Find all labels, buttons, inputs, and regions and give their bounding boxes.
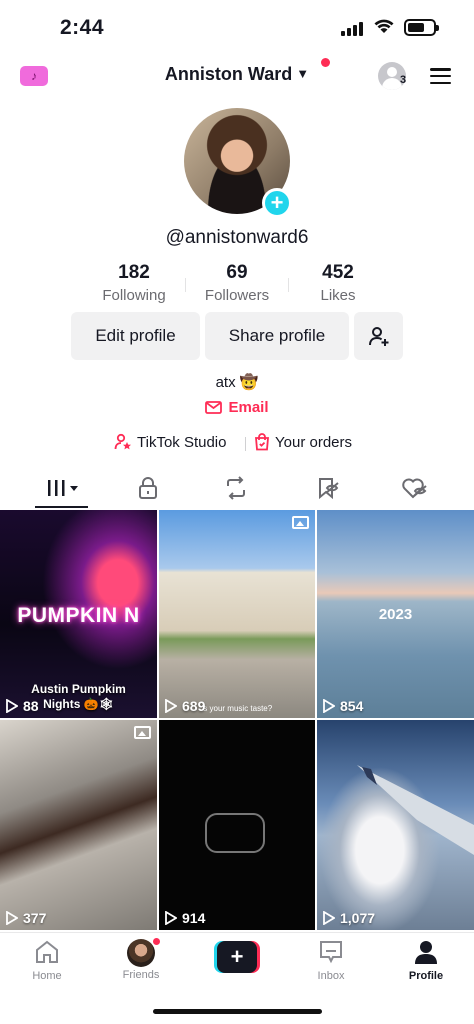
nav-profile-label: Profile (408, 970, 444, 982)
play-icon (165, 911, 177, 925)
photo-carousel-icon (292, 516, 309, 529)
profile-handle: @annistonward6 (165, 227, 309, 248)
view-count: 914 (165, 910, 205, 926)
video-thumbnail[interactable]: 377 (0, 720, 157, 930)
play-icon (6, 911, 18, 925)
video-thumbnail[interactable]: 1,077 (317, 720, 474, 930)
profile-bio: atx 🤠 (215, 374, 259, 391)
your-orders-label: Your orders (275, 433, 352, 451)
nav-inbox[interactable]: Inbox (291, 939, 371, 982)
status-time: 2:44 (60, 16, 105, 39)
tiktok-studio-link[interactable]: TikTok Studio (114, 433, 226, 451)
add-friends-button[interactable] (354, 312, 403, 360)
airplane-wing-graphic (357, 765, 474, 855)
profile-header: ♪ Anniston Ward ▼ 3 (0, 56, 474, 96)
view-count: 88 (6, 698, 39, 714)
nav-friends-label: Friends (122, 969, 160, 981)
tab-private[interactable] (132, 474, 164, 502)
home-indicator (153, 1009, 322, 1014)
view-count-value: 854 (340, 698, 364, 714)
tab-videos[interactable] (45, 474, 81, 502)
email-label: Email (228, 399, 269, 416)
tab-favorites[interactable] (311, 474, 343, 502)
share-profile-button[interactable]: Share profile (205, 312, 349, 360)
view-count: 689 (165, 698, 205, 714)
view-count-value: 914 (182, 910, 206, 926)
stat-label: Likes (320, 287, 356, 304)
play-icon (323, 911, 335, 925)
divider (245, 437, 246, 451)
stat-label: Following (102, 287, 166, 304)
view-count-value: 1,077 (340, 910, 376, 926)
heart-hidden-icon (402, 478, 427, 499)
album-art-graphic (205, 813, 265, 853)
nav-friends[interactable]: Friends (101, 937, 181, 981)
home-icon (36, 940, 58, 963)
your-orders-link[interactable]: Your orders (254, 433, 352, 451)
edit-profile-button[interactable]: Edit profile (71, 312, 200, 360)
mail-icon (205, 401, 223, 414)
photo-carousel-icon (134, 726, 151, 739)
neon-sign-text: PUMPKIN N (17, 604, 140, 627)
view-count-value: 377 (23, 910, 47, 926)
video-thumbnail[interactable]: PUMPKIN N Austin Pumpkim Nights 🎃🕸 88 (0, 510, 157, 718)
profile-viewers-count: 3 (400, 74, 407, 86)
tiktok-studio-label: TikTok Studio (137, 433, 227, 451)
nav-inbox-label: Inbox (317, 970, 345, 982)
play-icon (6, 699, 18, 713)
lock-icon (139, 477, 157, 499)
video-grid: PUMPKIN N Austin Pumpkim Nights 🎃🕸 88 's… (0, 510, 474, 930)
wifi-icon (374, 19, 394, 33)
shopping-bag-icon (255, 433, 269, 451)
profile-icon (415, 941, 437, 964)
cellular-signal-icon (341, 20, 363, 36)
email-link[interactable]: Email (0, 399, 474, 416)
studio-person-icon (114, 433, 131, 450)
nav-home[interactable]: Home (7, 939, 87, 982)
status-bar: 2:44 (0, 0, 474, 56)
repost-icon (227, 476, 245, 500)
add-person-icon (368, 327, 388, 346)
active-tab-indicator (35, 506, 88, 508)
header-username: Anniston Ward (164, 64, 293, 84)
tab-reposts[interactable] (220, 474, 252, 502)
stat-value: 452 (322, 262, 354, 283)
video-thumbnail[interactable]: 's your music taste? 689 (159, 510, 315, 718)
video-thumbnail[interactable]: 2023 854 (317, 510, 474, 718)
friends-avatar-icon (127, 939, 155, 967)
stat-likes[interactable]: 452 Likes (278, 262, 398, 304)
battery-icon (404, 19, 439, 36)
tab-liked[interactable] (398, 474, 430, 502)
add-story-plus-icon[interactable]: + (262, 188, 292, 218)
view-count: 854 (323, 698, 363, 714)
notification-dot (321, 58, 330, 67)
grid-bars-icon (48, 480, 78, 496)
bookmark-hidden-icon (319, 478, 339, 500)
view-count-value: 689 (182, 698, 206, 714)
video-thumbnail[interactable]: 914 (159, 720, 315, 930)
inbox-icon (320, 941, 342, 964)
create-button[interactable]: + (214, 941, 260, 973)
profile-stats: 182 Following 69 Followers 452 Likes (0, 262, 474, 306)
play-icon (165, 699, 177, 713)
stat-following[interactable]: 182 Following (74, 262, 194, 304)
hamburger-menu-icon[interactable] (430, 68, 451, 84)
chevron-down-icon: ▼ (296, 66, 310, 81)
view-count: 1,077 (323, 910, 375, 926)
video-caption: 2023 (378, 606, 413, 623)
profile-links: TikTok Studio Your orders (0, 431, 474, 455)
view-count-value: 88 (23, 698, 39, 714)
stat-value: 182 (118, 262, 150, 283)
nav-home-label: Home (32, 970, 62, 982)
content-tabs (0, 468, 474, 510)
view-count: 377 (6, 910, 46, 926)
notification-dot (152, 937, 161, 946)
nav-profile[interactable]: Profile (386, 939, 466, 982)
play-icon (323, 699, 335, 713)
plus-icon: + (217, 941, 257, 973)
